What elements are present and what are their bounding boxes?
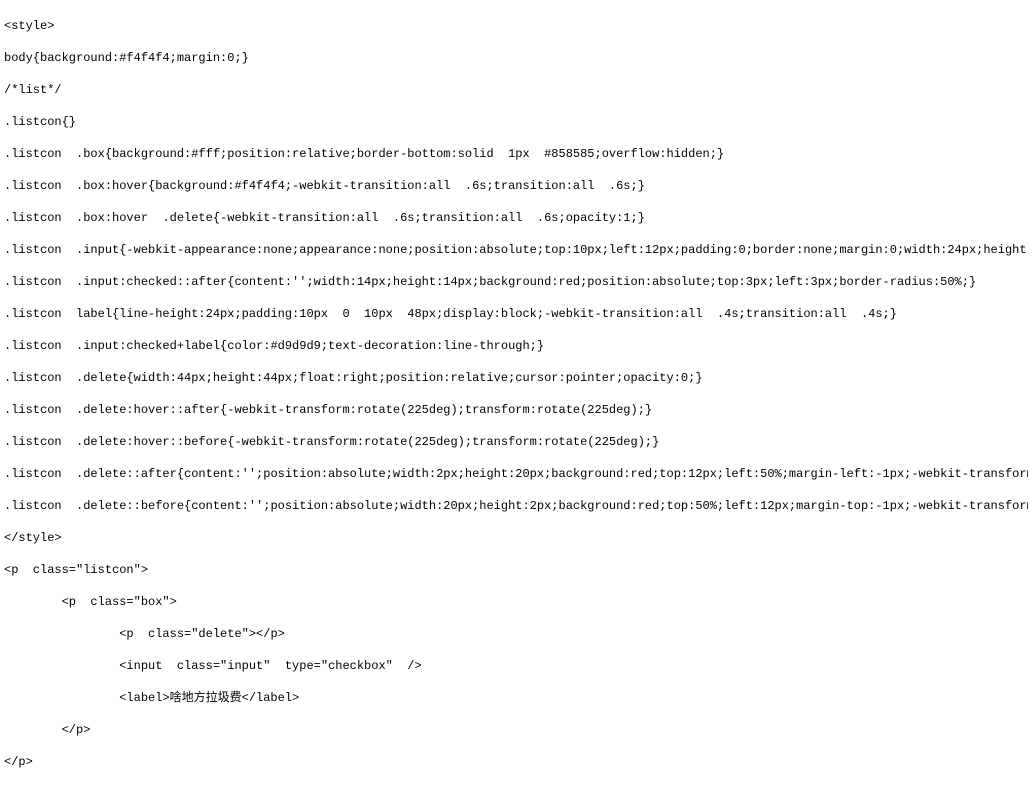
code-line: .listcon .box:hover .delete{-webkit-tran… — [4, 208, 1028, 228]
code-line: .listcon .box:hover{background:#f4f4f4;-… — [4, 176, 1028, 196]
code-line: </style> — [4, 528, 1028, 548]
code-line: .listcon .input:checked+label{color:#d9d… — [4, 336, 1028, 356]
code-line: <p class="box"> — [4, 592, 1028, 612]
code-line: .listcon label{line-height:24px;padding:… — [4, 304, 1028, 324]
code-line: .listcon .input{-webkit-appearance:none;… — [4, 240, 1028, 260]
code-line: </p> — [4, 720, 1028, 740]
code-line: body{background:#f4f4f4;margin:0;} — [4, 48, 1028, 68]
code-line: .listcon .delete:hover::after{-webkit-tr… — [4, 400, 1028, 420]
code-line: .listcon .input:checked::after{content:'… — [4, 272, 1028, 292]
code-line: .listcon .box{background:#fff;position:r… — [4, 144, 1028, 164]
code-block: <style> body{background:#f4f4f4;margin:0… — [4, 4, 1028, 784]
code-line: .listcon .delete::before{content:'';posi… — [4, 496, 1028, 516]
code-line: </p> — [4, 752, 1028, 772]
code-line: <style> — [4, 16, 1028, 36]
code-line: <p class="listcon"> — [4, 560, 1028, 580]
code-line: <p class="delete"></p> — [4, 624, 1028, 644]
code-line: .listcon .delete:hover::before{-webkit-t… — [4, 432, 1028, 452]
code-line: .listcon .delete{width:44px;height:44px;… — [4, 368, 1028, 388]
code-line: /*list*/ — [4, 80, 1028, 100]
code-line: .listcon .delete::after{content:'';posit… — [4, 464, 1028, 484]
code-line: <input class="input" type="checkbox" /> — [4, 656, 1028, 676]
code-line: <label>啥地方拉圾费</label> — [4, 688, 1028, 708]
code-line: .listcon{} — [4, 112, 1028, 132]
